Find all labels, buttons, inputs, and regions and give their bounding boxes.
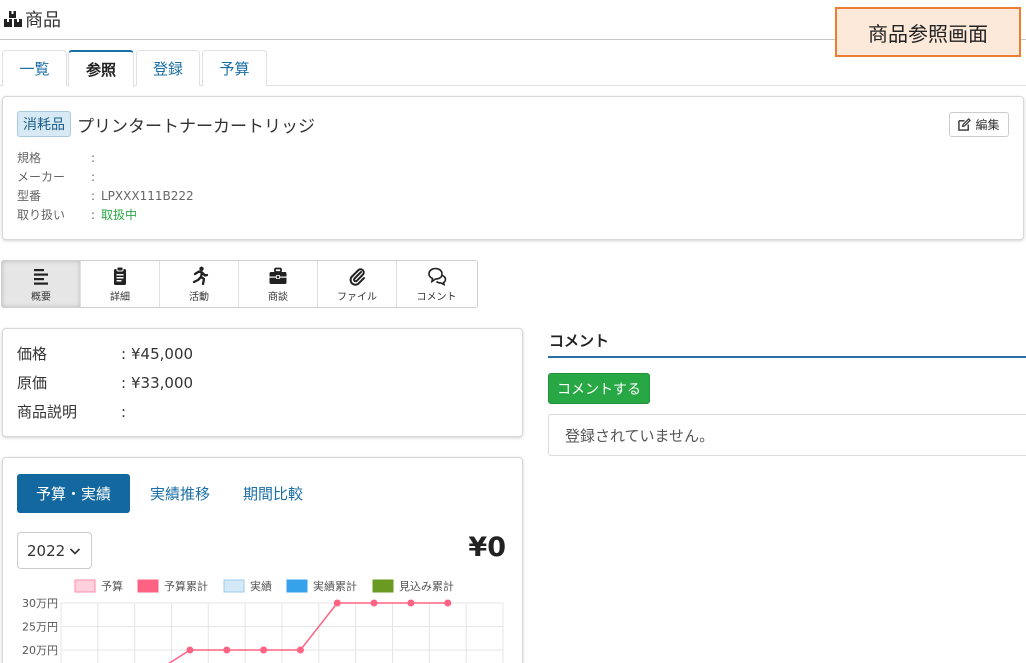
product-name: プリンタートナーカートリッジ [77, 116, 315, 137]
data-point [407, 599, 415, 607]
price-value: ¥45,000 [131, 344, 194, 363]
spec-list: 規格 : メーカー : 型番 : LPXXX111B222 取り扱い : 取扱中 [17, 148, 194, 224]
legend-swatch [286, 579, 308, 593]
running-icon [192, 266, 209, 285]
boxes-icon [4, 11, 22, 27]
spec-colon: : [91, 169, 96, 184]
budget-chart: 予算 予算累計 実績 実績累計 見込み累計 30万円 25万円 20万円 [22, 579, 504, 663]
toolbar-label: ファイル [337, 291, 377, 303]
budget-total: ¥0 [468, 532, 506, 563]
edit-button-label: 編集 [975, 118, 1000, 132]
legend-label: 予算 [101, 579, 123, 593]
tab-period-compare[interactable]: 期間比較 [231, 474, 315, 513]
cost-value: ¥33,000 [131, 373, 194, 392]
tab-register[interactable]: 登録 [136, 50, 200, 86]
toolbar-details[interactable]: 詳細 [81, 261, 160, 307]
spec-label: 取り扱い [17, 208, 66, 222]
spec-value: LPXXX111B222 [101, 188, 194, 203]
description-row: 商品説明 : [17, 397, 193, 426]
toolbar-comments[interactable]: コメント [397, 261, 476, 307]
cost-colon: : [121, 373, 127, 392]
screen-name-callout: 商品参照画面 [835, 7, 1021, 57]
tab-budget-actual[interactable]: 予算・実績 [17, 474, 130, 513]
comments-empty-message: 登録されていません。 [548, 414, 1026, 456]
series-line-budget-cumulative [168, 602, 448, 663]
toolbar-label: コメント [416, 291, 457, 303]
data-point [333, 599, 341, 607]
app-title: 商品 [4, 6, 61, 32]
category-badge: 消耗品 [17, 111, 71, 137]
cost-label: 原価 [17, 374, 48, 392]
align-left-icon [34, 268, 48, 285]
edit-button[interactable]: 編集 [949, 112, 1009, 137]
price-row: 価格 : ¥45,000 [17, 339, 193, 368]
description-colon: : [121, 402, 127, 421]
toolbar-label: 商談 [268, 291, 288, 303]
legend-swatch [74, 579, 96, 593]
data-point [223, 646, 231, 654]
tab-budget[interactable]: 予算 [202, 50, 267, 86]
data-point [444, 599, 452, 607]
add-comment-button[interactable]: コメントする [548, 373, 650, 404]
spec-label: 型番 [17, 189, 42, 203]
price-card: 価格 : ¥45,000 原価 : ¥33,000 商品説明 : [2, 328, 523, 437]
description-label: 商品説明 [17, 403, 78, 421]
briefcase-icon [269, 267, 287, 284]
toolbar-label: 概要 [31, 291, 51, 303]
spec-label: 規格 [17, 151, 42, 165]
toolbar-files[interactable]: ファイル [318, 261, 397, 307]
toolbar-label: 詳細 [110, 291, 130, 303]
data-point [260, 646, 268, 654]
spec-label: メーカー [17, 170, 66, 184]
data-point [186, 646, 194, 654]
toolbar-label: 活動 [189, 291, 209, 303]
legend-label: 実績累計 [313, 579, 357, 593]
y-tick-label: 20万円 [22, 644, 58, 657]
comments-icon [427, 267, 446, 286]
spec-row-handling: 取り扱い : 取扱中 [17, 205, 194, 224]
budget-chart-card: 予算・実績 実績推移 期間比較 2022 ¥0 予算 予算累計 実績 実績累計 見込み累… [2, 457, 523, 663]
detail-toolbar: 概要 詳細 活動 商談 ファイル コメント [1, 260, 478, 308]
spec-row-standard: 規格 : [17, 148, 194, 167]
edit-icon [958, 118, 972, 131]
y-tick-label: 25万円 [22, 621, 58, 634]
legend-swatch [137, 579, 159, 593]
legend-label: 見込み累計 [399, 579, 454, 593]
spec-colon: : [91, 150, 96, 165]
toolbar-deals[interactable]: 商談 [239, 261, 318, 307]
y-tick-label: 30万円 [22, 597, 58, 610]
app-title-text: 商品 [25, 10, 61, 31]
product-card: 消耗品 プリンタートナーカートリッジ 編集 規格 : メーカー : 型番 : L… [2, 96, 1024, 240]
legend-swatch [372, 579, 394, 593]
chevron-down-icon [70, 547, 81, 555]
price-list: 価格 : ¥45,000 原価 : ¥33,000 商品説明 : [17, 339, 193, 426]
spec-row-maker: メーカー : [17, 167, 194, 186]
price-colon: : [121, 344, 127, 363]
legend-swatch [223, 579, 245, 593]
year-select[interactable]: 2022 [17, 532, 92, 569]
toolbar-overview[interactable]: 概要 [2, 261, 81, 307]
legend-label: 予算累計 [164, 579, 208, 593]
tab-list[interactable]: 一覧 [2, 50, 67, 86]
comments-title: コメント [549, 332, 610, 350]
spec-row-model: 型番 : LPXXX111B222 [17, 186, 194, 205]
data-point [370, 599, 378, 607]
year-select-value: 2022 [27, 541, 66, 560]
legend-label: 実績 [250, 579, 272, 593]
handling-status: 取扱中 [101, 208, 138, 222]
price-label: 価格 [17, 345, 48, 363]
product-header: 消耗品 プリンタートナーカートリッジ [17, 111, 315, 137]
toolbar-activity[interactable]: 活動 [160, 261, 239, 307]
clipboard-icon [114, 266, 126, 285]
cost-row: 原価 : ¥33,000 [17, 368, 193, 397]
paperclip-icon [349, 267, 365, 286]
spec-colon: : [91, 207, 96, 222]
tab-actual-trend[interactable]: 実績推移 [136, 474, 224, 513]
tab-view[interactable]: 参照 [68, 50, 134, 87]
comments-divider [548, 356, 1026, 358]
data-point [296, 646, 304, 654]
spec-colon: : [91, 188, 96, 203]
